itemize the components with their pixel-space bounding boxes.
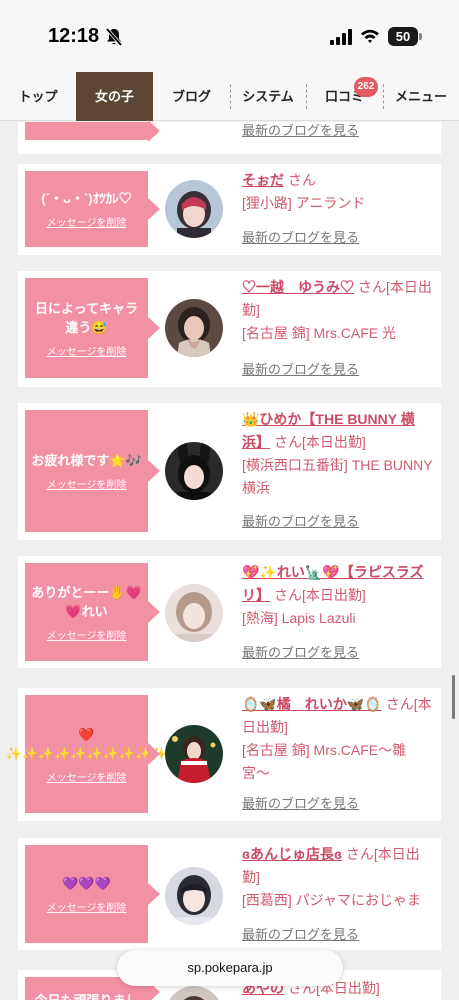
message-card: 最新のブログを見る	[18, 120, 441, 154]
avatar[interactable]	[165, 986, 223, 1000]
message-bubble: 💜💜💜 メッセージを削除	[25, 845, 160, 943]
avatar[interactable]	[165, 442, 223, 500]
latest-blog-link[interactable]: 最新のブログを見る	[242, 924, 359, 943]
delete-message-link[interactable]: メッセージを削除	[47, 476, 127, 491]
avatar[interactable]	[165, 584, 223, 642]
avatar[interactable]	[165, 867, 223, 925]
status-time: 12:18	[48, 25, 100, 47]
tab-top[interactable]: トップ	[0, 72, 76, 121]
honorific: さん	[358, 279, 386, 295]
girl-info: ɞあんじゅ店長ɞ さん[本日出勤] [西葛西] パジャマにおじゃま	[242, 843, 434, 912]
message-card: ありがとーー✋💗💗れい メッセージを削除 💖✨れい🗽💖【ラピスラズリ】 さん[本日…	[18, 556, 441, 668]
honorific: さん	[385, 696, 414, 712]
delete-message-link[interactable]: メッセージを削除	[47, 899, 127, 914]
girl-name-link[interactable]: 🪞🦋橘 れいか🦋🪞	[242, 696, 382, 712]
delete-message-link[interactable]: メッセージを削除	[47, 214, 127, 229]
latest-blog-link[interactable]: 最新のブログを見る	[242, 642, 359, 661]
latest-blog-link[interactable]: 最新のブログを見る	[242, 511, 359, 530]
cellular-signal-icon	[330, 29, 352, 45]
wifi-icon	[361, 29, 379, 43]
message-card: 💜💜💜 メッセージを削除 ɞあんじゅ店長ɞ さん[本日出勤] [西葛西] パジャマ…	[18, 838, 441, 950]
message-bubble: ありがとーー✋💗💗れい メッセージを削除	[25, 563, 160, 661]
message-bubble: お疲れ様です🌟🎶 メッセージを削除	[25, 410, 160, 532]
honorific: さん	[288, 172, 316, 188]
url-bar[interactable]: sp.pokepara.jp	[117, 950, 343, 986]
girl-info: そぉだ さん [狸小路] アニランド	[242, 169, 434, 215]
shop-name: [横浜西口五番街] THE BUNNY横浜	[242, 457, 433, 496]
tab-menu[interactable]: メニュー	[383, 72, 459, 121]
girl-info: 🪞🦋橘 れいか🦋🪞 さん[本日出勤] [名古屋 錦] Mrs.CAFE〜雛宮〜	[242, 693, 434, 785]
girl-name-link[interactable]: そぉだ	[242, 172, 284, 188]
girl-name-link[interactable]: ɞあんじゅ店長ɞ	[242, 846, 342, 862]
avatar[interactable]	[165, 725, 223, 783]
delete-message-link[interactable]: メッセージを削除	[47, 627, 127, 642]
status-bar: 12:18 50	[0, 0, 459, 72]
message-bubble: ❤️✨✨✨✨✨✨✨✨✨✨ メッセージを削除	[6, 695, 167, 813]
tab-system[interactable]: システム	[230, 72, 306, 121]
working-status: [本日出勤]	[302, 434, 366, 450]
avatar[interactable]	[165, 180, 223, 238]
message-bubble: 日によってキャラ違う😅 メッセージを削除	[25, 278, 160, 378]
main-nav: トップ 女の子 ブログ システム 口コミ 262 メニュー	[0, 72, 459, 121]
shop-name: [狸小路] アニランド	[242, 195, 366, 211]
delete-message-link[interactable]: メッセージを削除	[47, 343, 127, 358]
shop-name: [西葛西] パジャマにおじゃま	[242, 892, 421, 908]
message-card: 日によってキャラ違う😅 メッセージを削除 ♡一越 ゆうみ♡ さん[本日出勤] [名…	[18, 271, 441, 387]
bell-off-icon	[105, 27, 123, 47]
latest-blog-link[interactable]: 最新のブログを見る	[242, 359, 359, 378]
message-card: (´・ᴗ・`)ｵﾂｶﾚ♡ メッセージを削除 そぉだ さん [狸小路] アニランド …	[18, 164, 441, 255]
shop-name: [名古屋 錦] Mrs.CAFE〜雛宮〜	[242, 742, 407, 781]
girl-info: 💖✨れい🗽💖【ラピスラズリ】 さん[本日出勤] [熱海] Lapis Lazuli	[242, 561, 434, 630]
honorific: さん	[274, 434, 302, 450]
review-count-badge: 262	[354, 77, 378, 97]
shop-name: [熱海] Lapis Lazuli	[242, 610, 356, 626]
honorific: さん	[345, 846, 374, 862]
avatar[interactable]	[165, 299, 223, 357]
honorific: さん	[274, 587, 302, 603]
girl-info: 👑ひめか【THE BUNNY 横浜】 さん[本日出勤] [横浜西口五番街] THE…	[242, 408, 434, 500]
message-bubble	[25, 120, 160, 142]
tab-blog[interactable]: ブログ	[153, 72, 230, 121]
girl-info: ♡一越 ゆうみ♡ さん[本日出勤] [名古屋 錦] Mrs.CAFE 光	[242, 276, 434, 345]
latest-blog-link[interactable]: 最新のブログを見る	[242, 120, 359, 139]
shop-name: [名古屋 錦] Mrs.CAFE 光	[242, 325, 396, 341]
girl-name-link[interactable]: ♡一越 ゆうみ♡	[242, 279, 354, 295]
latest-blog-link[interactable]: 最新のブログを見る	[242, 793, 359, 812]
message-text: 日によってキャラ違う😅	[35, 300, 138, 335]
latest-blog-link[interactable]: 最新のブログを見る	[242, 227, 359, 246]
message-text: 今日も頑張りまし	[34, 991, 138, 1000]
delete-message-link[interactable]: メッセージを削除	[47, 769, 127, 784]
working-status: [本日出勤]	[302, 587, 366, 603]
battery-icon: 50	[388, 27, 422, 46]
message-text: お疲れ様です🌟🎶	[31, 453, 142, 468]
message-text: (´・ᴗ・`)ｵﾂｶﾚ♡	[41, 191, 132, 206]
message-card: お疲れ様です🌟🎶 メッセージを削除 👑ひめか【THE BUNNY 横浜】 さん[本…	[18, 403, 441, 540]
tab-girls[interactable]: 女の子	[76, 72, 153, 121]
message-text: 💜💜💜	[62, 876, 111, 891]
message-card: ❤️✨✨✨✨✨✨✨✨✨✨ メッセージを削除 🪞🦋橘 れいか🦋🪞 さん[本日出勤] …	[6, 688, 441, 821]
message-text: ❤️✨✨✨✨✨✨✨✨✨✨	[5, 726, 168, 761]
scrollbar-thumb[interactable]	[452, 675, 455, 719]
message-bubble: (´・ᴗ・`)ｵﾂｶﾚ♡ メッセージを削除	[25, 171, 160, 247]
message-text: ありがとーー✋💗💗れい	[31, 584, 142, 619]
